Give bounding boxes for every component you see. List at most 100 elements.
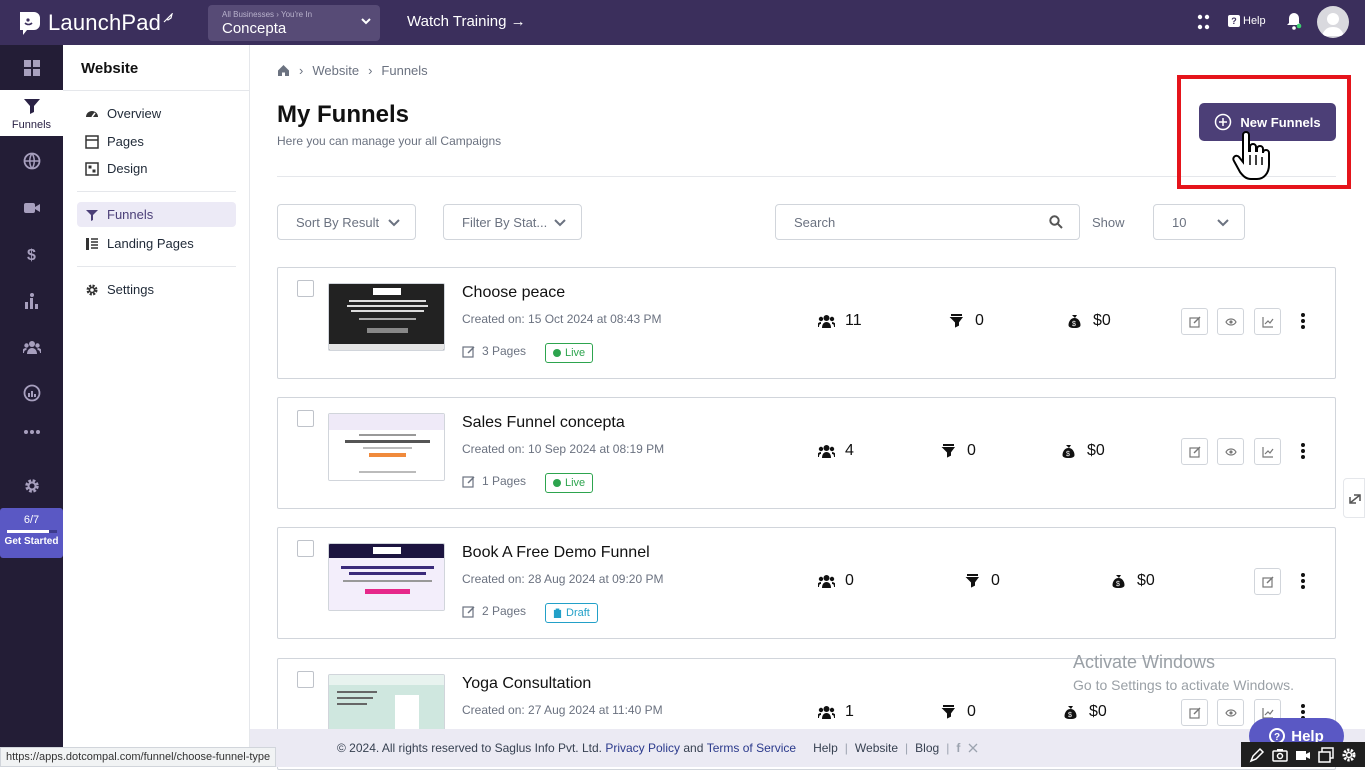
- video-icon[interactable]: [1295, 747, 1311, 763]
- conversions-count: 0: [967, 442, 976, 459]
- chart-icon: [1261, 446, 1273, 458]
- screen-recorder-toolbar: [1241, 742, 1365, 767]
- rail-video[interactable]: [0, 199, 63, 217]
- select-checkbox[interactable]: [297, 280, 314, 297]
- revenue-amount: $0: [1087, 442, 1105, 459]
- funnel-created-date: Created on: 27 Aug 2024 at 11:40 PM: [462, 703, 663, 717]
- subnav-item-overview[interactable]: Overview: [77, 101, 236, 126]
- hand-cursor-icon: [1232, 131, 1270, 180]
- get-started-widget[interactable]: 6/7 Get Started: [0, 508, 63, 558]
- rail-website[interactable]: [0, 152, 63, 170]
- visitors-count: 0: [845, 572, 854, 589]
- edit-icon: [1261, 576, 1273, 588]
- funnel-name[interactable]: Sales Funnel concepta: [462, 414, 625, 432]
- funnel-name[interactable]: Choose peace: [462, 284, 565, 302]
- subnav-item-funnels[interactable]: Funnels: [77, 202, 236, 227]
- rail-sales[interactable]: $: [0, 245, 63, 263]
- preview-button[interactable]: [1217, 438, 1244, 465]
- select-checkbox[interactable]: [297, 671, 314, 688]
- footer-separator: |: [844, 741, 848, 755]
- page-size-value: 10: [1172, 214, 1187, 230]
- watch-training-link[interactable]: Watch Training →: [407, 13, 526, 30]
- apps-grid-icon[interactable]: [1197, 14, 1210, 30]
- thumbnail-preview-icon: [329, 284, 444, 350]
- svg-text:$: $: [1116, 581, 1120, 588]
- revenue-stat: $ $0: [1060, 442, 1105, 460]
- more-options-icon[interactable]: [1300, 572, 1306, 590]
- subnav-item-pages[interactable]: Pages: [77, 129, 236, 154]
- subnav-item-settings[interactable]: Settings: [77, 277, 236, 302]
- rail-performance[interactable]: [0, 384, 63, 402]
- rail-dashboard[interactable]: [0, 59, 63, 77]
- funnel-thumbnail[interactable]: [328, 283, 445, 351]
- users-icon: [22, 341, 41, 354]
- facebook-icon[interactable]: f: [956, 741, 960, 755]
- edit-pen-icon[interactable]: [1249, 747, 1265, 763]
- status-bar-url: https://apps.dotcompal.com/funnel/choose…: [0, 747, 277, 767]
- avatar[interactable]: [1317, 6, 1349, 38]
- funnel-icon: [23, 99, 40, 114]
- conversions-stat: 0: [940, 703, 976, 721]
- funnel-pages-count: 1 Pages: [482, 474, 527, 488]
- rail-funnels[interactable]: Funnels: [0, 90, 63, 136]
- preview-button[interactable]: [1217, 699, 1244, 726]
- search-input[interactable]: Search: [775, 204, 1080, 240]
- preview-button[interactable]: [1217, 308, 1244, 335]
- more-options-icon[interactable]: [1300, 442, 1306, 460]
- funnel-thumbnail[interactable]: [328, 543, 445, 611]
- page-size-dropdown[interactable]: 10: [1153, 204, 1245, 240]
- app-logo[interactable]: LaunchPad: [18, 10, 173, 36]
- launchpad-logo-icon: [20, 11, 40, 35]
- edit-button[interactable]: [1181, 308, 1208, 335]
- funnel-name[interactable]: Yoga Consultation: [462, 675, 591, 693]
- status-filter-dropdown[interactable]: Filter By Stat...: [443, 204, 582, 240]
- funnel-card: Choose peace Created on: 15 Oct 2024 at …: [277, 267, 1336, 379]
- footer-blog-link[interactable]: Blog: [915, 741, 939, 755]
- breadcrumb-separator: ›: [299, 63, 304, 78]
- top-bar: LaunchPad All Businesses › You're In Con…: [0, 0, 1365, 45]
- x-twitter-icon[interactable]: [968, 743, 978, 753]
- expand-arrows-icon: [1349, 494, 1361, 504]
- edit-button[interactable]: [1181, 699, 1208, 726]
- footer-separator: |: [905, 741, 909, 755]
- svg-text:$: $: [1072, 321, 1076, 328]
- home-icon[interactable]: [277, 64, 290, 77]
- rail-contacts[interactable]: [0, 338, 63, 356]
- edit-button[interactable]: [1254, 568, 1281, 595]
- funnel-name[interactable]: Book A Free Demo Funnel: [462, 544, 650, 562]
- subnav-item-landing-pages[interactable]: Landing Pages: [77, 231, 236, 256]
- edit-page-icon: [462, 345, 475, 358]
- camera-icon[interactable]: [1272, 747, 1288, 763]
- sort-dropdown[interactable]: Sort By Result: [277, 204, 416, 240]
- terms-of-service-link[interactable]: Terms of Service: [707, 741, 796, 755]
- gear-icon[interactable]: [1341, 747, 1357, 763]
- breadcrumb-website[interactable]: Website: [312, 63, 359, 78]
- privacy-policy-link[interactable]: Privacy Policy: [605, 741, 680, 755]
- analytics-button[interactable]: [1254, 308, 1281, 335]
- more-options-icon[interactable]: [1300, 312, 1306, 330]
- live-dot-icon: [553, 479, 561, 487]
- design-icon: [85, 161, 99, 176]
- funnel-thumbnail[interactable]: [328, 413, 445, 481]
- revenue-stat: $ $0: [1062, 703, 1107, 721]
- eye-icon: [1224, 317, 1237, 326]
- footer-help-link[interactable]: Help: [813, 741, 838, 755]
- analytics-button[interactable]: [1254, 438, 1281, 465]
- help-link[interactable]: ? Help: [1228, 15, 1266, 27]
- rail-settings[interactable]: [0, 477, 63, 495]
- side-panel-handle[interactable]: [1343, 478, 1365, 518]
- money-bag-icon: $: [1064, 705, 1077, 719]
- funnel-created-date: Created on: 15 Oct 2024 at 08:43 PM: [462, 312, 662, 326]
- rail-reports[interactable]: [0, 292, 63, 310]
- footer-website-link[interactable]: Website: [855, 741, 898, 755]
- select-checkbox[interactable]: [297, 410, 314, 427]
- edit-button[interactable]: [1181, 438, 1208, 465]
- revenue-amount: $0: [1137, 572, 1155, 589]
- business-switcher[interactable]: All Businesses › You're In Concepta: [208, 5, 380, 41]
- money-bag-icon: $: [1062, 444, 1075, 458]
- bell-icon[interactable]: [1286, 12, 1302, 30]
- subnav-item-design[interactable]: Design: [77, 156, 236, 181]
- window-copy-icon[interactable]: [1318, 746, 1334, 763]
- rail-more[interactable]: [0, 423, 63, 441]
- select-checkbox[interactable]: [297, 540, 314, 557]
